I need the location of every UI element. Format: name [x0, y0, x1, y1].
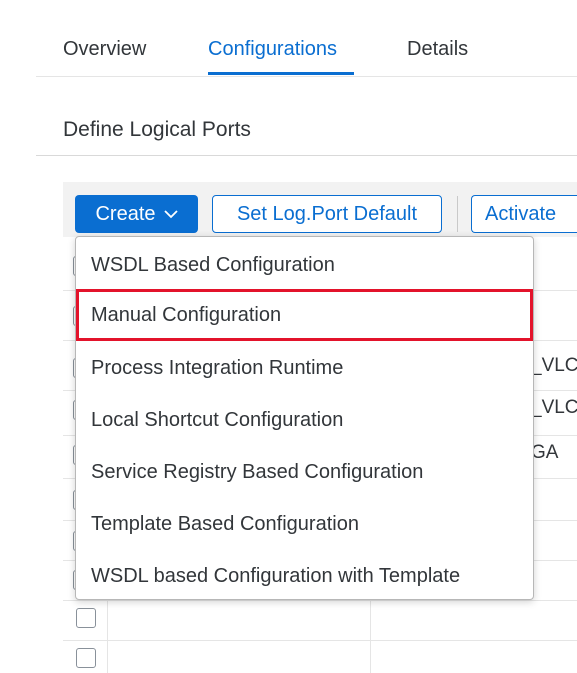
- create-button[interactable]: Create: [75, 195, 198, 233]
- set-log-port-default-button[interactable]: Set Log.Port Default: [212, 195, 442, 233]
- row-checkbox[interactable]: [76, 648, 96, 668]
- activate-button[interactable]: Activate: [471, 195, 577, 233]
- section-divider: [36, 155, 577, 156]
- section-title: Define Logical Ports: [63, 118, 251, 141]
- menu-item-service-registry-based-configuration[interactable]: Service Registry Based Configuration: [76, 446, 533, 498]
- menu-item-manual-configuration[interactable]: Manual Configuration: [76, 289, 533, 341]
- tab-overview[interactable]: Overview: [63, 38, 146, 61]
- tab-details[interactable]: Details: [407, 38, 468, 61]
- tab-bar-divider: [36, 76, 577, 77]
- menu-item-local-shortcut-configuration[interactable]: Local Shortcut Configuration: [76, 394, 533, 446]
- create-dropdown-menu: WSDL Based Configuration Manual Configur…: [75, 236, 534, 600]
- tab-bar: Overview Configurations Details: [0, 0, 577, 77]
- menu-item-wsdl-based-configuration-with-template[interactable]: WSDL based Configuration with Template: [76, 550, 533, 602]
- table-cell: _VLC: [531, 355, 577, 376]
- create-button-label: Create: [95, 202, 156, 225]
- tab-configurations[interactable]: Configurations: [208, 38, 337, 61]
- menu-item-template-based-configuration[interactable]: Template Based Configuration: [76, 498, 533, 550]
- toolbar-separator: [457, 196, 458, 232]
- table-row-divider: [63, 640, 577, 641]
- row-checkbox[interactable]: [76, 608, 96, 628]
- menu-item-process-integration-runtime[interactable]: Process Integration Runtime: [76, 342, 533, 394]
- table-cell: GA: [531, 442, 559, 463]
- chevron-down-icon: [163, 210, 178, 219]
- table-cell: _VLC: [531, 397, 577, 418]
- active-tab-indicator: [208, 72, 354, 75]
- menu-item-wsdl-based-configuration[interactable]: WSDL Based Configuration: [76, 239, 533, 291]
